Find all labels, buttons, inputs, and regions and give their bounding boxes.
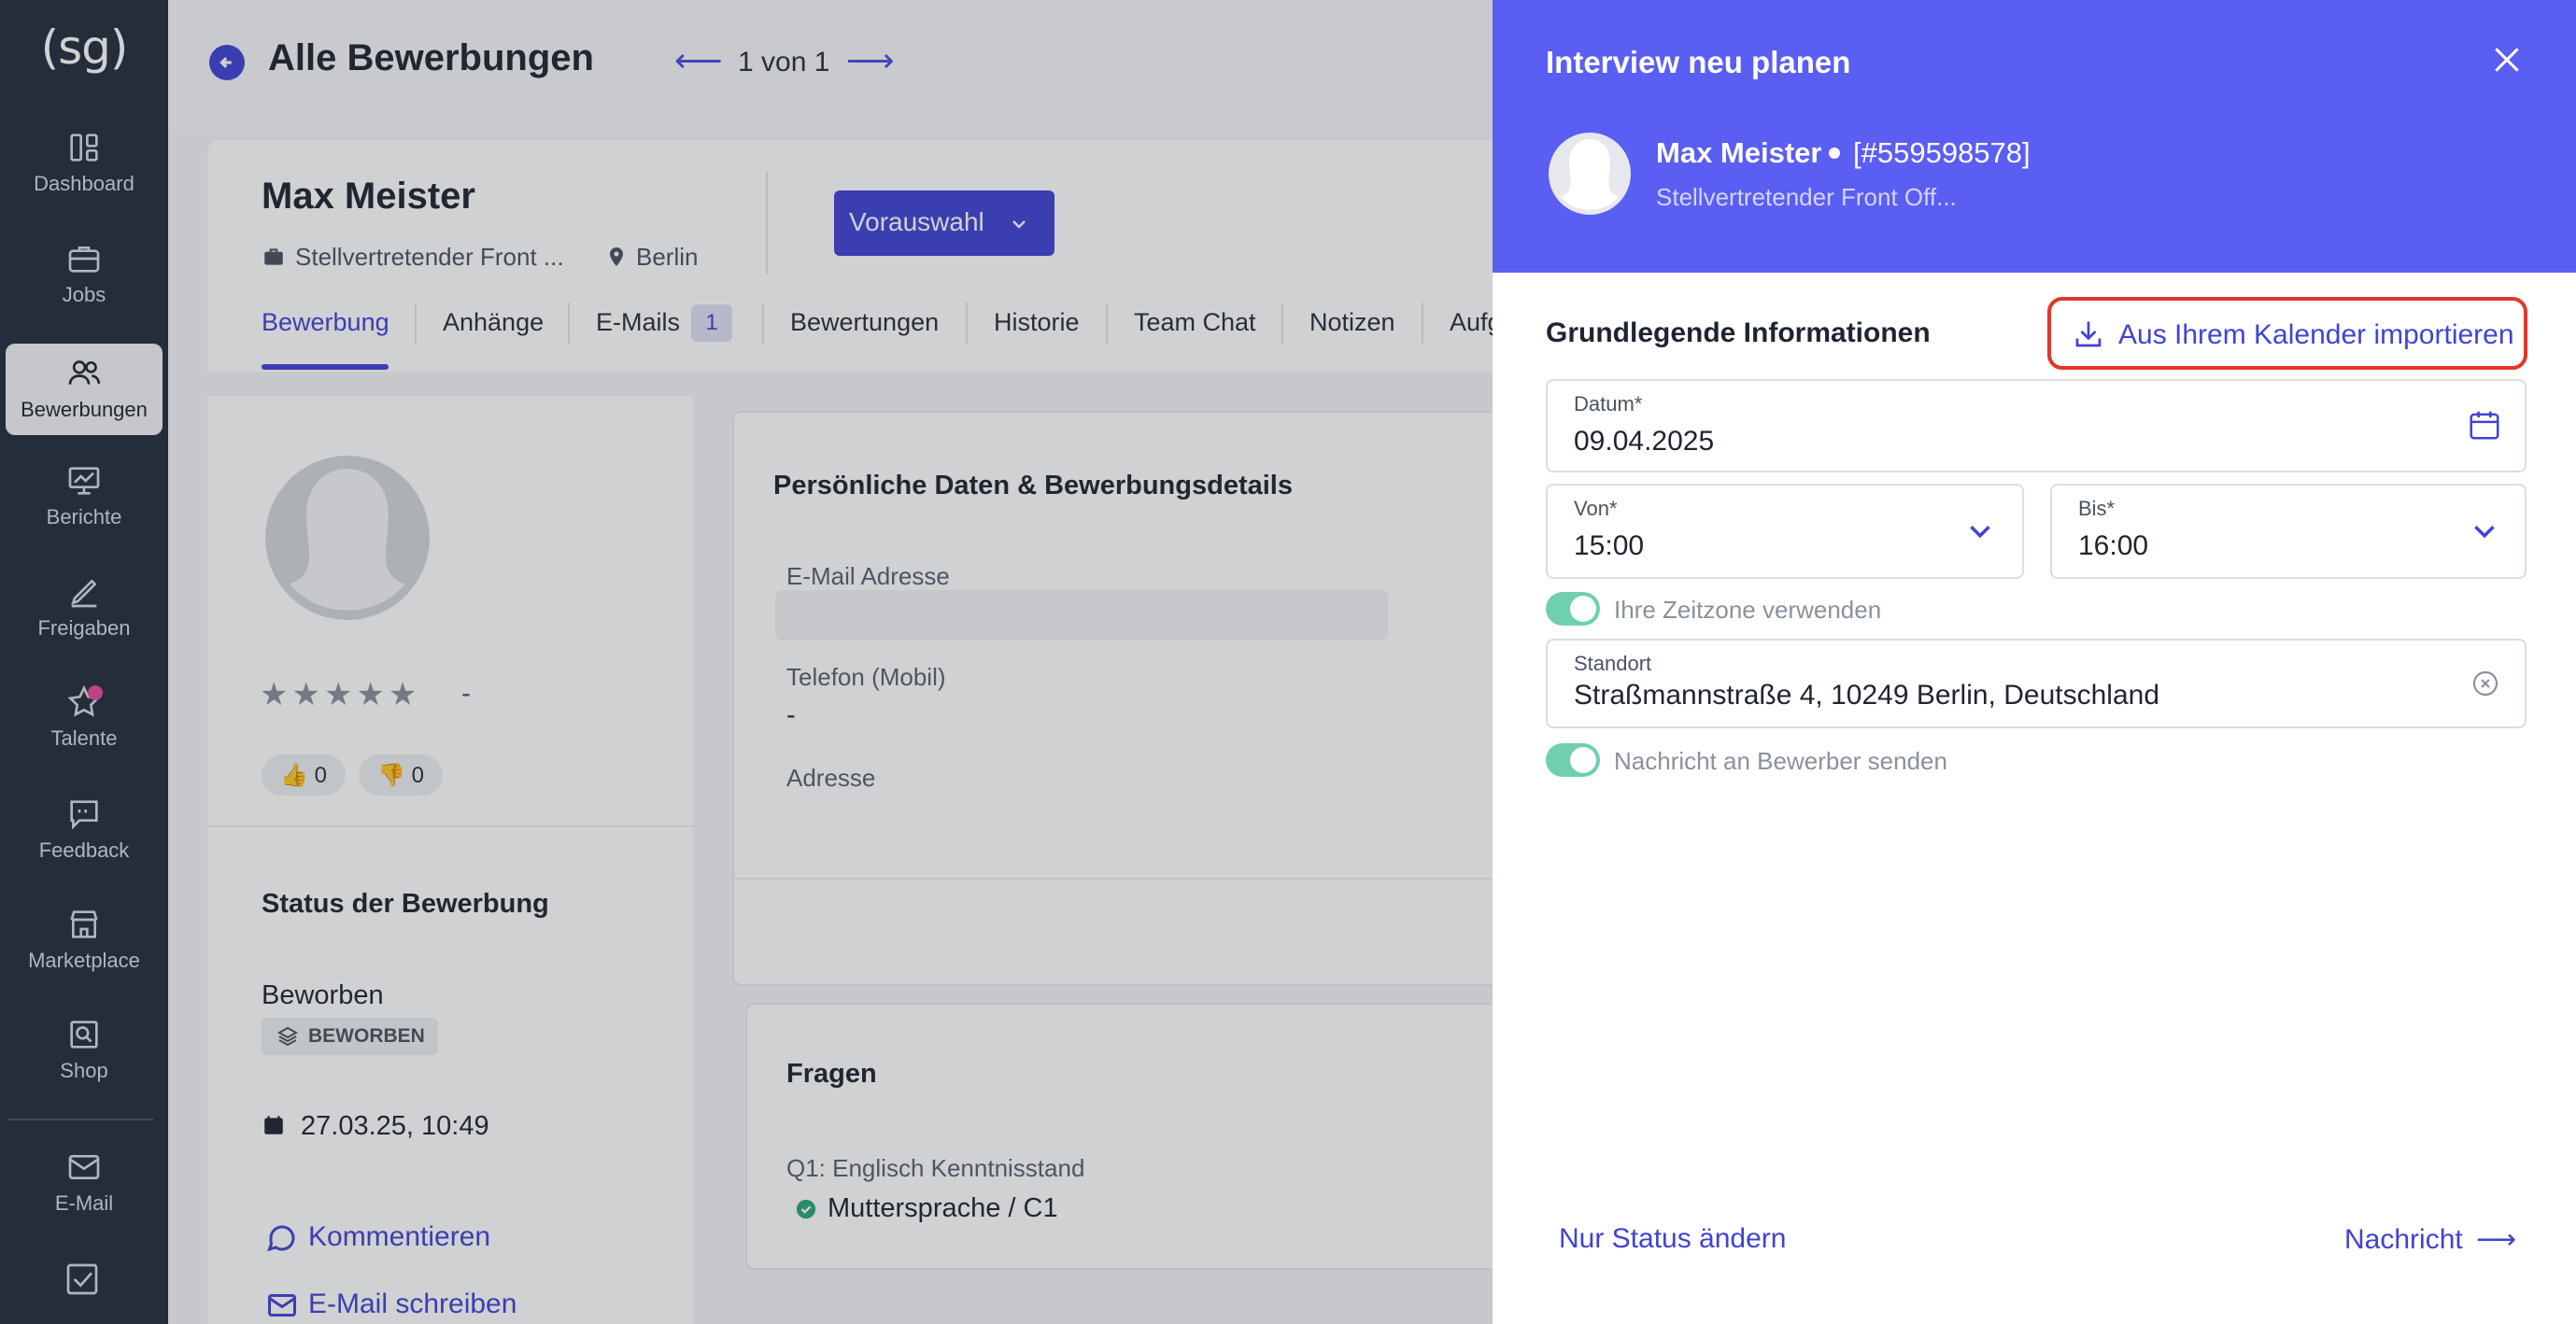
date-field-label: Datum* bbox=[1574, 392, 1643, 416]
date-field-value: 09.04.2025 bbox=[1574, 426, 1715, 457]
status-only-button[interactable]: Nur Status ändern bbox=[1559, 1223, 1786, 1255]
location-field-label: Standort bbox=[1574, 652, 1652, 675]
modal-backdrop[interactable] bbox=[0, 0, 1493, 1324]
import-button-label: Aus Ihrem Kalender importieren bbox=[2118, 319, 2514, 350]
location-field[interactable]: Standort Straßmannstraße 4, 10249 Berlin… bbox=[1546, 639, 2526, 728]
next-message-label: Nachricht bbox=[2344, 1224, 2463, 1255]
notify-candidate-label: Nachricht an Bewerber senden bbox=[1614, 747, 1947, 775]
close-icon[interactable] bbox=[2488, 41, 2526, 78]
to-time-value: 16:00 bbox=[2078, 530, 2149, 561]
from-time-select[interactable]: Von* 15:00 bbox=[1546, 484, 2024, 579]
avatar-silhouette-icon bbox=[1561, 139, 1619, 210]
separator-dot bbox=[1829, 148, 1840, 159]
to-time-label: Bis* bbox=[2078, 497, 2116, 520]
location-field-value: Straßmannstraße 4, 10249 Berlin, Deutsch… bbox=[1574, 680, 2159, 711]
notify-candidate-toggle[interactable] bbox=[1546, 743, 1600, 777]
drawer-header: Interview neu planen Max Meister [#55959… bbox=[1493, 0, 2576, 273]
chevron-down-icon bbox=[1970, 526, 1990, 539]
next-message-button[interactable]: Nachricht ⟶ bbox=[2344, 1223, 2516, 1256]
timezone-toggle-label: Ihre Zeitzone verwenden bbox=[1614, 596, 1882, 624]
calendar-icon[interactable] bbox=[2467, 407, 2502, 443]
arrow-right-icon: ⟶ bbox=[2476, 1224, 2517, 1255]
drawer-candidate-name: Max Meister bbox=[1656, 136, 1822, 169]
to-time-select[interactable]: Bis* 16:00 bbox=[2050, 484, 2526, 579]
import-from-calendar-button[interactable]: Aus Ihrem Kalender importieren bbox=[2047, 297, 2527, 370]
chevron-down-icon bbox=[2474, 526, 2495, 539]
drawer-candidate-id: [#559598578] bbox=[1853, 136, 2031, 169]
toggle-knob bbox=[1570, 747, 1596, 773]
timezone-toggle[interactable] bbox=[1546, 592, 1600, 626]
clear-circle-icon[interactable] bbox=[2470, 669, 2500, 698]
toggle-knob bbox=[1570, 596, 1596, 622]
from-time-value: 15:00 bbox=[1574, 530, 1645, 561]
avatar bbox=[1549, 133, 1631, 215]
download-icon bbox=[2075, 321, 2102, 347]
reschedule-interview-drawer: Interview neu planen Max Meister [#55959… bbox=[1493, 0, 2576, 1324]
drawer-title: Interview neu planen bbox=[1546, 45, 1851, 79]
date-field[interactable]: Datum* 09.04.2025 bbox=[1546, 379, 2526, 472]
from-time-label: Von* bbox=[1574, 497, 1618, 520]
basic-info-title: Grundlegende Informationen bbox=[1546, 317, 1931, 348]
drawer-candidate-job: Stellvertretender Front Off... bbox=[1656, 183, 1957, 211]
